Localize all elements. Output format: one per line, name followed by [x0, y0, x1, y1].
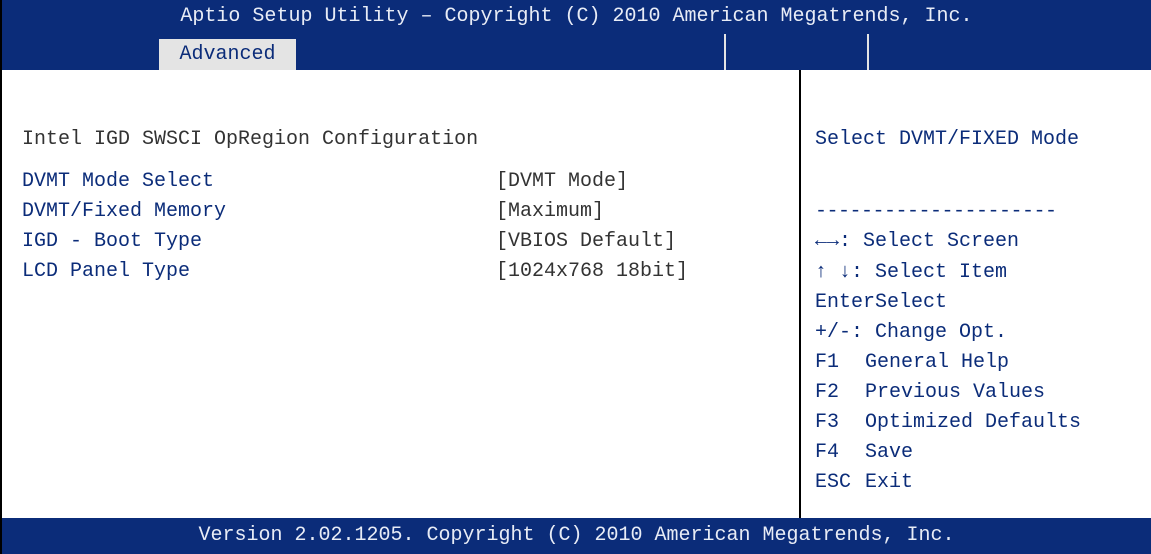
setting-label: DVMT Mode Select	[22, 170, 215, 193]
key-f4: F4 Save	[815, 441, 913, 464]
key-name: F1	[815, 351, 840, 374]
section-title: Intel IGD SWSCI OpRegion Configuration	[22, 128, 479, 151]
key-f3: F3 Optimized Defaults	[815, 411, 1081, 434]
key-name: +/-	[815, 321, 852, 344]
setting-igd-boot-type[interactable]: IGD - Boot Type [VBIOS Default]	[22, 230, 782, 254]
setting-label: LCD Panel Type	[22, 260, 191, 283]
key-f2: F2 Previous Values	[815, 381, 1045, 404]
key-action: : Change Opt.	[851, 321, 1008, 344]
setting-value[interactable]: [1024x768 18bit]	[496, 260, 688, 283]
key-name: Enter	[815, 291, 876, 314]
key-action: Previous Values	[865, 381, 1046, 404]
key-name: ESC	[815, 471, 852, 494]
setting-value[interactable]: [VBIOS Default]	[496, 230, 676, 253]
title-bar: Aptio Setup Utility – Copyright (C) 2010…	[2, 0, 1151, 34]
key-select-screen: ←→: Select Screen	[815, 230, 1019, 253]
arrow-up-down-icon: ↑ ↓	[815, 261, 852, 284]
key-action: : Select Item	[851, 261, 1008, 284]
tab-divider	[867, 34, 869, 70]
setting-label: IGD - Boot Type	[22, 230, 203, 253]
key-change-opt: +/-: Change Opt.	[815, 321, 1007, 344]
setting-dvmt-mode-select[interactable]: DVMT Mode Select [DVMT Mode]	[22, 170, 782, 194]
key-name: F2	[815, 381, 840, 404]
arrow-left-right-icon: ←→	[815, 230, 840, 253]
key-action: Optimized Defaults	[865, 411, 1082, 434]
setting-lcd-panel-type[interactable]: LCD Panel Type [1024x768 18bit]	[22, 260, 782, 284]
key-action: General Help	[865, 351, 1010, 374]
key-enter: EnterSelect	[815, 291, 947, 314]
help-text: Select DVMT/FIXED Mode	[815, 128, 1080, 151]
panel-divider	[799, 70, 801, 518]
setting-dvmt-fixed-memory[interactable]: DVMT/Fixed Memory [Maximum]	[22, 200, 782, 224]
footer-bar: Version 2.02.1205. Copyright (C) 2010 Am…	[2, 518, 1151, 554]
key-esc: ESC Exit	[815, 471, 913, 494]
key-action: : Select Screen	[839, 230, 1020, 253]
key-action: Exit	[865, 471, 914, 494]
key-name: F3	[815, 411, 840, 434]
key-action: Select	[875, 291, 948, 314]
setting-value[interactable]: [DVMT Mode]	[496, 170, 628, 193]
setting-label: DVMT/Fixed Memory	[22, 200, 227, 223]
tab-divider	[724, 34, 726, 70]
setting-value[interactable]: [Maximum]	[496, 200, 604, 223]
tab-advanced[interactable]: Advanced	[159, 39, 296, 70]
key-f1: F1 General Help	[815, 351, 1009, 374]
main-panel: Intel IGD SWSCI OpRegion Configuration D…	[2, 70, 1151, 518]
key-select-item: ↑ ↓: Select Item	[815, 261, 1007, 284]
bios-screen: Aptio Setup Utility – Copyright (C) 2010…	[0, 0, 1151, 554]
tab-bar: Advanced	[2, 34, 1151, 70]
key-name: F4	[815, 441, 840, 464]
key-action: Save	[865, 441, 914, 464]
help-divider: ---------------------	[815, 200, 1057, 223]
